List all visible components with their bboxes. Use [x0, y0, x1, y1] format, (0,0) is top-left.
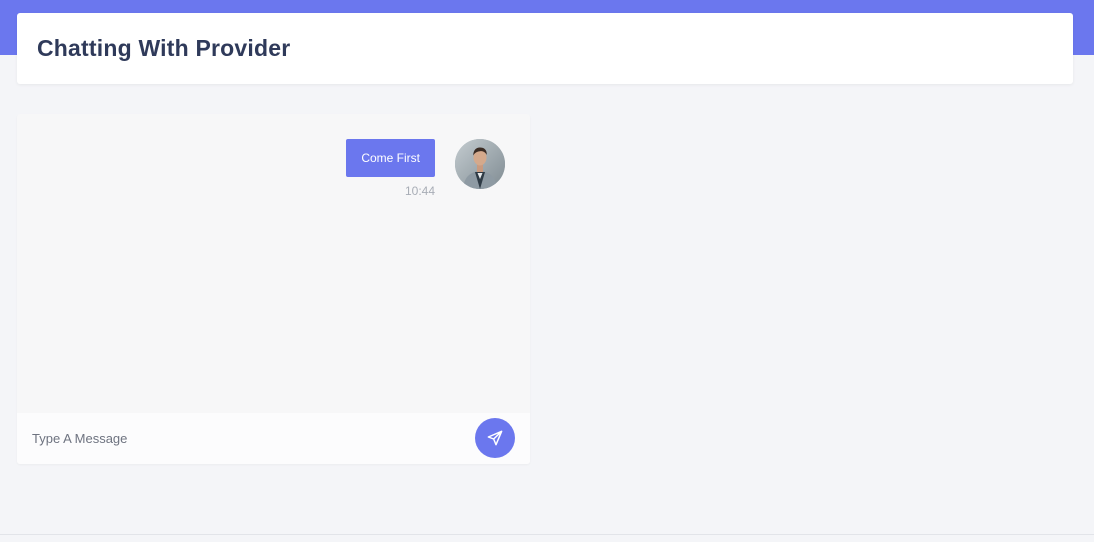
message-bubble: Come First: [346, 139, 435, 177]
message-list[interactable]: Come First 10:44: [17, 114, 530, 413]
message-item: Come First 10:44: [346, 139, 505, 198]
message-composer: [17, 413, 530, 464]
send-button[interactable]: [475, 418, 515, 458]
page-title: Chatting With Provider: [37, 35, 291, 61]
chat-panel: Come First 10:44: [17, 114, 530, 464]
message-timestamp: 10:44: [404, 184, 435, 198]
message-content: Come First 10:44: [346, 139, 435, 198]
avatar: [455, 139, 505, 189]
footer-divider: [0, 534, 1094, 535]
avatar-photo: [455, 139, 505, 189]
send-icon: [487, 430, 503, 446]
page-header: Chatting With Provider: [17, 13, 1073, 84]
message-input[interactable]: [17, 413, 457, 464]
